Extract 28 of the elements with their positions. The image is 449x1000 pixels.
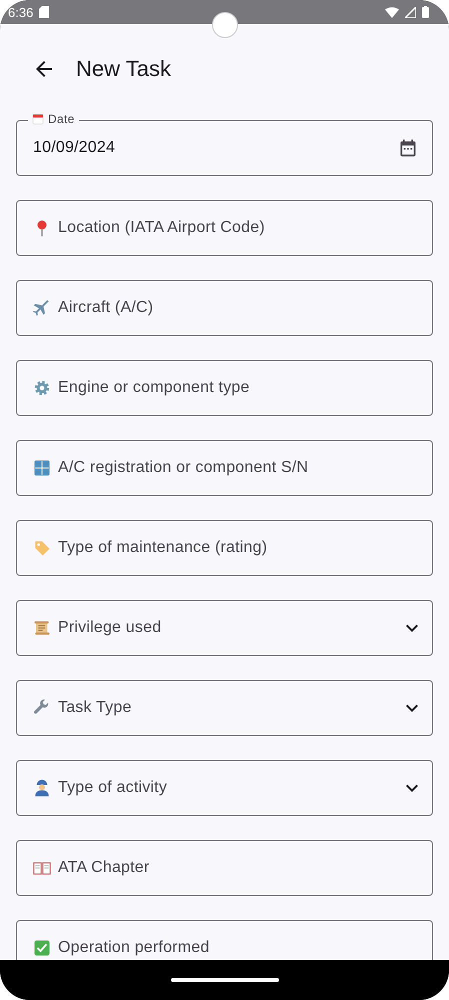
battery-icon	[422, 6, 429, 18]
worker-figure-icon	[33, 779, 51, 797]
text-field[interactable]: Engine or component type	[16, 360, 433, 416]
text-field[interactable]: Location (IATA Airport Code)	[16, 200, 433, 256]
wifi-icon	[385, 6, 399, 18]
check-box-icon	[33, 939, 51, 957]
status-time: 6:36	[8, 4, 34, 20]
signal-icon	[405, 6, 416, 18]
chevron-down-icon	[406, 704, 418, 712]
text-field[interactable]: A/C registration or component S/N	[16, 440, 433, 496]
tag-icon	[33, 539, 51, 557]
number-keys-icon	[33, 459, 51, 477]
chevron-down-icon	[406, 624, 418, 632]
wrench-icon	[33, 699, 51, 717]
text-field[interactable]: ATA Chapter	[16, 840, 433, 896]
sd-card-icon	[39, 6, 50, 18]
chevron-down-icon	[406, 784, 418, 792]
select-field[interactable]: Task Type	[16, 680, 433, 736]
gear-icon	[33, 379, 51, 397]
text-field[interactable]: Type of maintenance (rating)	[16, 520, 433, 576]
page-title: New Task	[76, 56, 171, 82]
scroll-icon	[33, 619, 51, 637]
calendar-icon	[398, 138, 418, 158]
select-field[interactable]: Type of activity	[16, 760, 433, 816]
select-field[interactable]: Privilege used	[16, 600, 433, 656]
airplane-icon	[33, 299, 51, 317]
text-field[interactable]: Aircraft (A/C)	[16, 280, 433, 336]
open-book-icon	[33, 859, 51, 877]
